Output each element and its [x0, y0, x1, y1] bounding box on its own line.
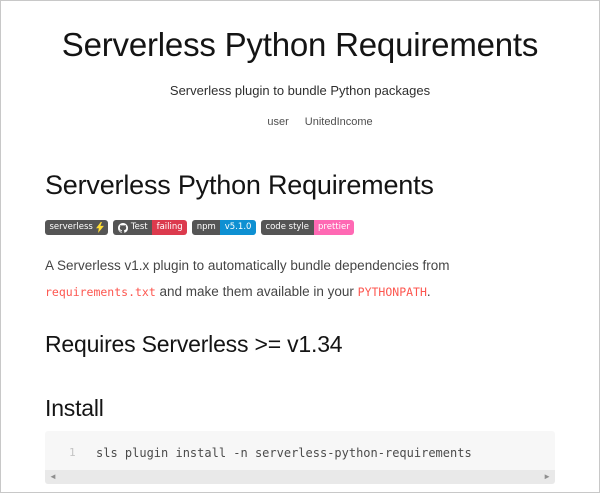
requires-heading: Requires Serverless >= v1.34 [45, 331, 555, 357]
badge-test-value: failing [152, 220, 187, 235]
page-subtitle: Serverless plugin to bundle Python packa… [1, 83, 599, 98]
badge-test-label: Test [113, 220, 152, 235]
badge-row: serverless Test failing npm v5.1.0 code … [45, 220, 555, 235]
code-block: 1 sls plugin install -n serverless-pytho… [45, 431, 555, 484]
horizontal-scrollbar[interactable]: ◄ ► [45, 470, 555, 484]
badge-code-style[interactable]: code style prettier [261, 220, 354, 235]
badge-npm-value: v5.1.0 [220, 220, 256, 235]
inline-code-pythonpath: PYTHONPATH [358, 285, 427, 299]
intro-text-before: A Serverless v1.x plugin to automaticall… [45, 258, 449, 273]
line-number: 1 [69, 446, 96, 460]
readme-content: Serverless Python Requirements serverles… [1, 168, 599, 484]
page-title: Serverless Python Requirements [1, 26, 599, 64]
author-label: user [267, 116, 288, 128]
scroll-right-arrow-icon[interactable]: ► [543, 470, 551, 484]
intro-paragraph: A Serverless v1.x plugin to automaticall… [45, 253, 555, 305]
author-name[interactable]: UnitedIncome [305, 116, 373, 128]
readme-heading: Serverless Python Requirements [45, 168, 555, 202]
badge-serverless[interactable]: serverless [45, 220, 108, 235]
badge-npm-label: npm [192, 220, 220, 235]
code-text: sls plugin install -n serverless-python-… [96, 446, 472, 460]
lightning-bolt-icon [96, 222, 104, 233]
inline-code-requirements-txt: requirements.txt [45, 285, 156, 299]
badge-test-status[interactable]: Test failing [113, 220, 187, 235]
intro-text-after: . [427, 284, 431, 299]
badge-npm-version[interactable]: npm v5.1.0 [192, 220, 256, 235]
badge-code-style-label: code style [261, 220, 314, 235]
install-heading: Install [45, 395, 555, 421]
scroll-left-arrow-icon[interactable]: ◄ [49, 470, 57, 484]
github-icon [118, 223, 128, 233]
badge-code-style-value: prettier [314, 220, 355, 235]
plugin-readme-page: { "header": { "title": "Serverless Pytho… [0, 0, 600, 493]
readme-hero: Serverless Python Requirements Serverles… [1, 1, 599, 128]
code-line: 1 sls plugin install -n serverless-pytho… [45, 431, 555, 460]
intro-text-middle: and make them available in your [156, 284, 358, 299]
author-row: user UnitedIncome [21, 116, 600, 128]
badge-serverless-label: serverless [45, 220, 108, 235]
